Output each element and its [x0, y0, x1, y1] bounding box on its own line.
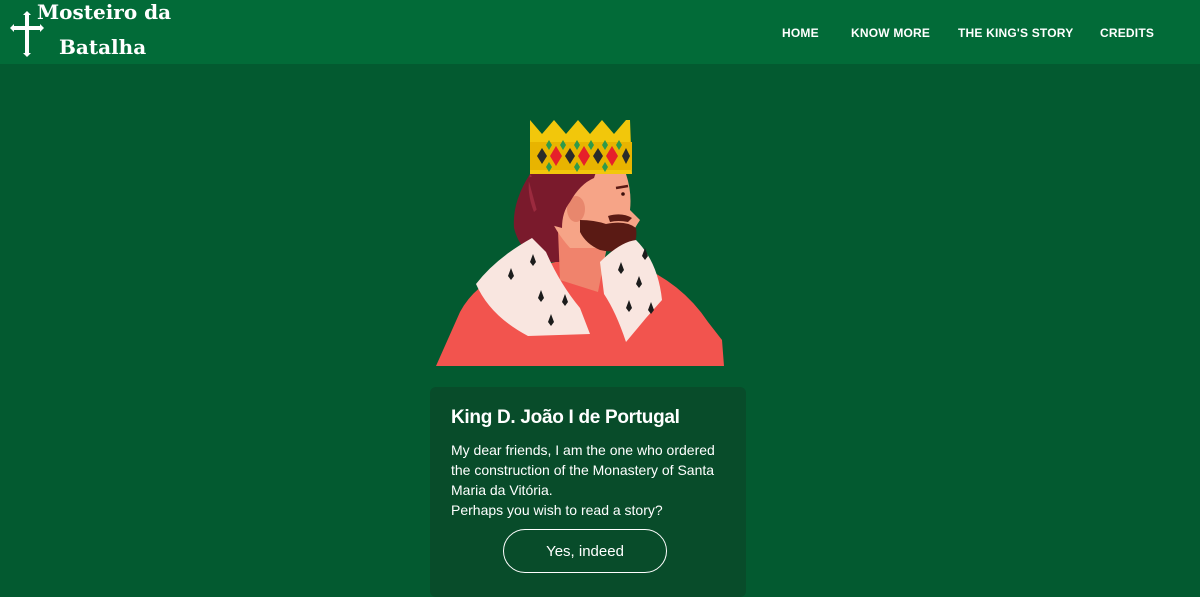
nav-home[interactable]: HOME	[782, 26, 819, 40]
card-text-line: My dear friends, I am the one who ordere…	[451, 442, 715, 458]
nav-credits[interactable]: CREDITS	[1100, 26, 1154, 40]
card-title: King D. João I de Portugal	[451, 407, 680, 428]
navbar: Mosteiro da Batalha HOME KNOW MORE THE K…	[0, 0, 1200, 64]
brand-title-line1: Mosteiro da	[37, 0, 172, 24]
card-text-line: Maria da Vitória.	[451, 482, 553, 498]
yes-indeed-button[interactable]: Yes, indeed	[503, 529, 667, 573]
king-illustration	[436, 120, 724, 366]
king-intro-card: King D. João I de Portugal My dear frien…	[430, 387, 746, 597]
brand-logo[interactable]: Mosteiro da Batalha	[8, 0, 178, 64]
card-text-line: the construction of the Monastery of San…	[451, 462, 715, 478]
nav-know-more[interactable]: KNOW MORE	[851, 26, 930, 40]
nav-kings-story[interactable]: THE KING'S STORY	[958, 26, 1073, 40]
brand-title-line2: Batalha	[59, 35, 147, 59]
card-text-line: Perhaps you wish to read a story?	[451, 502, 663, 518]
